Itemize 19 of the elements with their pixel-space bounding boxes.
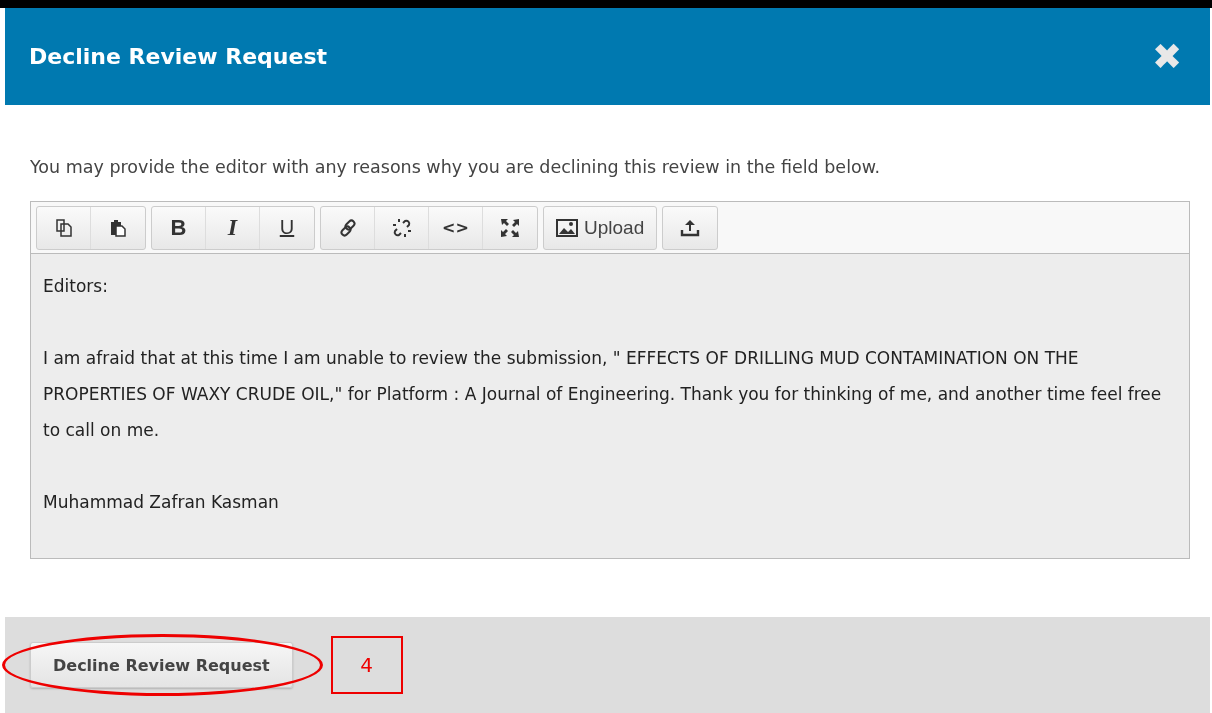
instructions-text: You may provide the editor with any reasons why you are declining this review in the field below.: [30, 157, 881, 177]
link-icon: [337, 217, 358, 238]
italic-button[interactable]: I: [206, 206, 260, 249]
editor-paragraph: I am afraid that at this time I am unable to review the submission, " EFFECTS OF DRILLING MUD CONTAMINATION ON THE PROPERTIES OF WAXY CRUDE OIL," for Platform : A Journal of Engineering. Thank you for thinking of me, and another time feel free to call on me.: [43, 347, 1163, 442]
bold-button[interactable]: B: [152, 206, 206, 249]
copy-icon: [54, 218, 73, 237]
callout-number: 4: [330, 636, 403, 694]
unlink-icon: [390, 216, 413, 239]
close-button[interactable]: ✖: [1152, 38, 1182, 75]
upload-button[interactable]: Upload: [544, 206, 657, 249]
underline-button[interactable]: U: [260, 206, 314, 249]
editor-paragraph: Muhammad Zafran Kasman: [43, 491, 280, 514]
decline-button[interactable]: Decline Review Request: [30, 642, 293, 688]
upload-icon: [680, 218, 701, 237]
editor-paragraph: Editors:: [43, 275, 109, 298]
dialog-title: Decline Review Request: [29, 44, 327, 69]
paste-icon: [109, 218, 127, 237]
fullscreen-icon: [500, 217, 520, 238]
image-icon: [556, 218, 578, 237]
